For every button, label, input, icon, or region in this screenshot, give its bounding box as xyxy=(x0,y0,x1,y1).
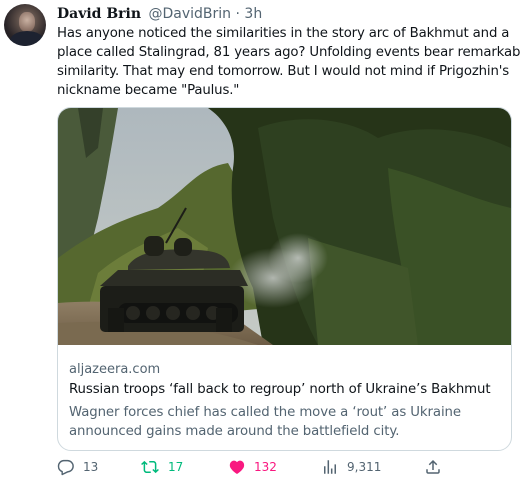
heart-icon xyxy=(229,460,245,474)
card-title: Russian troops ‘fall back to regroup’ no… xyxy=(69,382,491,397)
share-icon xyxy=(426,459,440,474)
tweet[interactable]: David Brin @DavidBrin · 3h Has anyone no… xyxy=(0,0,520,480)
card-description: Wagner forces chief has called the move … xyxy=(69,403,499,441)
card-info[interactable]: aljazeera.com Russian troops ‘fall back … xyxy=(58,345,511,450)
tweet-time[interactable]: 3h xyxy=(244,6,262,22)
reply-count: 13 xyxy=(83,460,99,474)
views-count: 9,311 xyxy=(347,460,382,474)
retweet-count: 17 xyxy=(168,460,184,474)
link-card[interactable]: aljazeera.com Russian troops ‘fall back … xyxy=(57,107,512,451)
tweet-text: Has anyone noticed the similarities in t… xyxy=(57,24,520,100)
tweet-text-line: nickname became "Paulus." xyxy=(57,83,240,98)
header-separator: · xyxy=(235,6,240,22)
views-icon xyxy=(324,460,336,474)
card-description-line: Wagner forces chief has called the move … xyxy=(69,405,461,420)
author-handle[interactable]: @DavidBrin xyxy=(149,6,232,22)
like-button[interactable]: 132 xyxy=(228,455,277,479)
tweet-text-line: place called Stalingrad, 81 years ago? U… xyxy=(57,45,520,60)
author-name[interactable]: David Brin xyxy=(57,6,141,22)
avatar-face xyxy=(19,12,35,32)
avatar-shoulders xyxy=(10,31,44,46)
share-button[interactable] xyxy=(424,455,442,479)
retweet-icon xyxy=(141,460,159,474)
card-domain: aljazeera.com xyxy=(69,362,161,377)
card-description-line: announced gains made around the battlefi… xyxy=(69,424,400,439)
avatar[interactable] xyxy=(4,4,46,46)
tweet-header: David Brin @DavidBrin · 3h xyxy=(57,5,262,23)
reply-button[interactable]: 13 xyxy=(57,455,98,479)
tweet-text-line: Has anyone noticed the similarities in t… xyxy=(57,26,510,41)
tweet-text-line: similarity. That may end tomorrow. But I… xyxy=(57,64,510,79)
like-count: 132 xyxy=(254,460,277,474)
action-bar: 13 17 132 9,311 xyxy=(0,455,520,479)
card-image[interactable] xyxy=(58,108,511,345)
retweet-button[interactable]: 17 xyxy=(140,455,183,479)
views-button[interactable]: 9,311 xyxy=(321,455,381,479)
reply-icon xyxy=(57,459,74,476)
